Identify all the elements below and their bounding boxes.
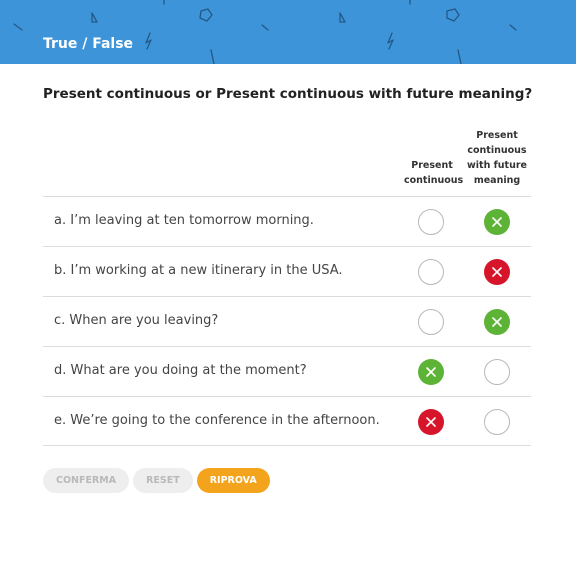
column-header-future-meaning: Present continuous with future meaning (467, 130, 527, 186)
radio-future-meaning[interactable] (484, 259, 510, 285)
retry-button[interactable]: RIPROVA (196, 468, 270, 493)
answer-table: a. I’m leaving at ten tomorrow morning. … (43, 196, 531, 446)
radio-future-meaning[interactable] (484, 409, 510, 435)
header-banner: True / False (0, 0, 576, 64)
statement-text: a. I’m leaving at ten tomorrow morning. (54, 213, 314, 228)
table-row: a. I’m leaving at ten tomorrow morning. (43, 196, 531, 246)
radio-future-meaning[interactable] (484, 209, 510, 235)
decorative-pattern-icon (13, 0, 517, 64)
statement-text: e. We’re going to the conference in the … (54, 413, 380, 428)
radio-present-continuous[interactable] (418, 209, 444, 235)
wrong-mark-icon (426, 417, 436, 427)
table-row: d. What are you doing at the moment? (43, 346, 531, 396)
correct-mark-icon (492, 217, 502, 227)
correct-mark-icon (426, 367, 436, 377)
radio-future-meaning[interactable] (484, 309, 510, 335)
radio-present-continuous[interactable] (418, 259, 444, 285)
wrong-mark-icon (492, 267, 502, 277)
statement-text: d. What are you doing at the moment? (54, 363, 307, 378)
table-row: c. When are you leaving? (43, 296, 531, 346)
confirm-button[interactable]: CONFERMA (43, 468, 130, 493)
reset-button[interactable]: RESET (133, 468, 193, 493)
table-row: b. I’m working at a new itinerary in the… (43, 246, 531, 296)
statement-text: b. I’m working at a new itinerary in the… (54, 263, 343, 278)
page-title: True / False (43, 36, 134, 52)
question-text: Present continuous or Present continuous… (43, 86, 533, 102)
radio-present-continuous[interactable] (418, 359, 444, 385)
radio-present-continuous[interactable] (418, 309, 444, 335)
correct-mark-icon (492, 317, 502, 327)
radio-future-meaning[interactable] (484, 359, 510, 385)
column-header-present-continuous: Present continuous (404, 160, 464, 186)
table-row: e. We’re going to the conference in the … (43, 396, 531, 446)
statement-text: c. When are you leaving? (54, 313, 219, 328)
radio-present-continuous[interactable] (418, 409, 444, 435)
action-buttons: CONFERMA RESET RIPROVA (43, 468, 270, 493)
